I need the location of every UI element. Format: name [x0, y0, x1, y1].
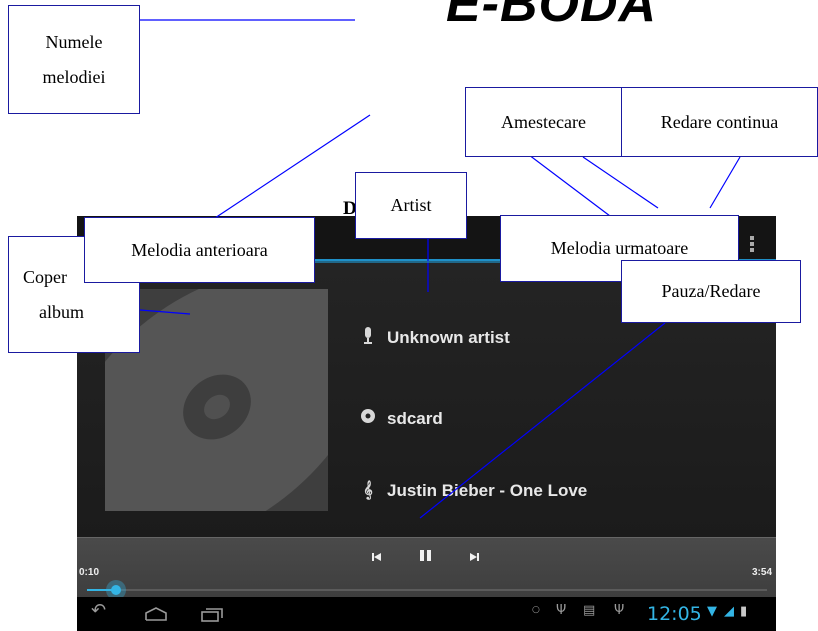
callout-previous: Melodia anterioara: [84, 217, 315, 283]
callout-shuffle: Amestecare: [465, 87, 622, 157]
callout-song-name: Numele melodiei: [8, 5, 140, 114]
callout-album-cover-line2: album: [39, 301, 84, 322]
callout-song-name-line1: Numele: [45, 32, 103, 53]
callout-album-cover-line1: Coper: [23, 267, 67, 288]
callout-play-pause: Pauza/Redare: [621, 260, 801, 323]
callout-artist: Artist: [355, 172, 467, 239]
callout-song-name-line2: melodiei: [42, 66, 106, 87]
callout-repeat: Redare continua: [621, 87, 818, 157]
